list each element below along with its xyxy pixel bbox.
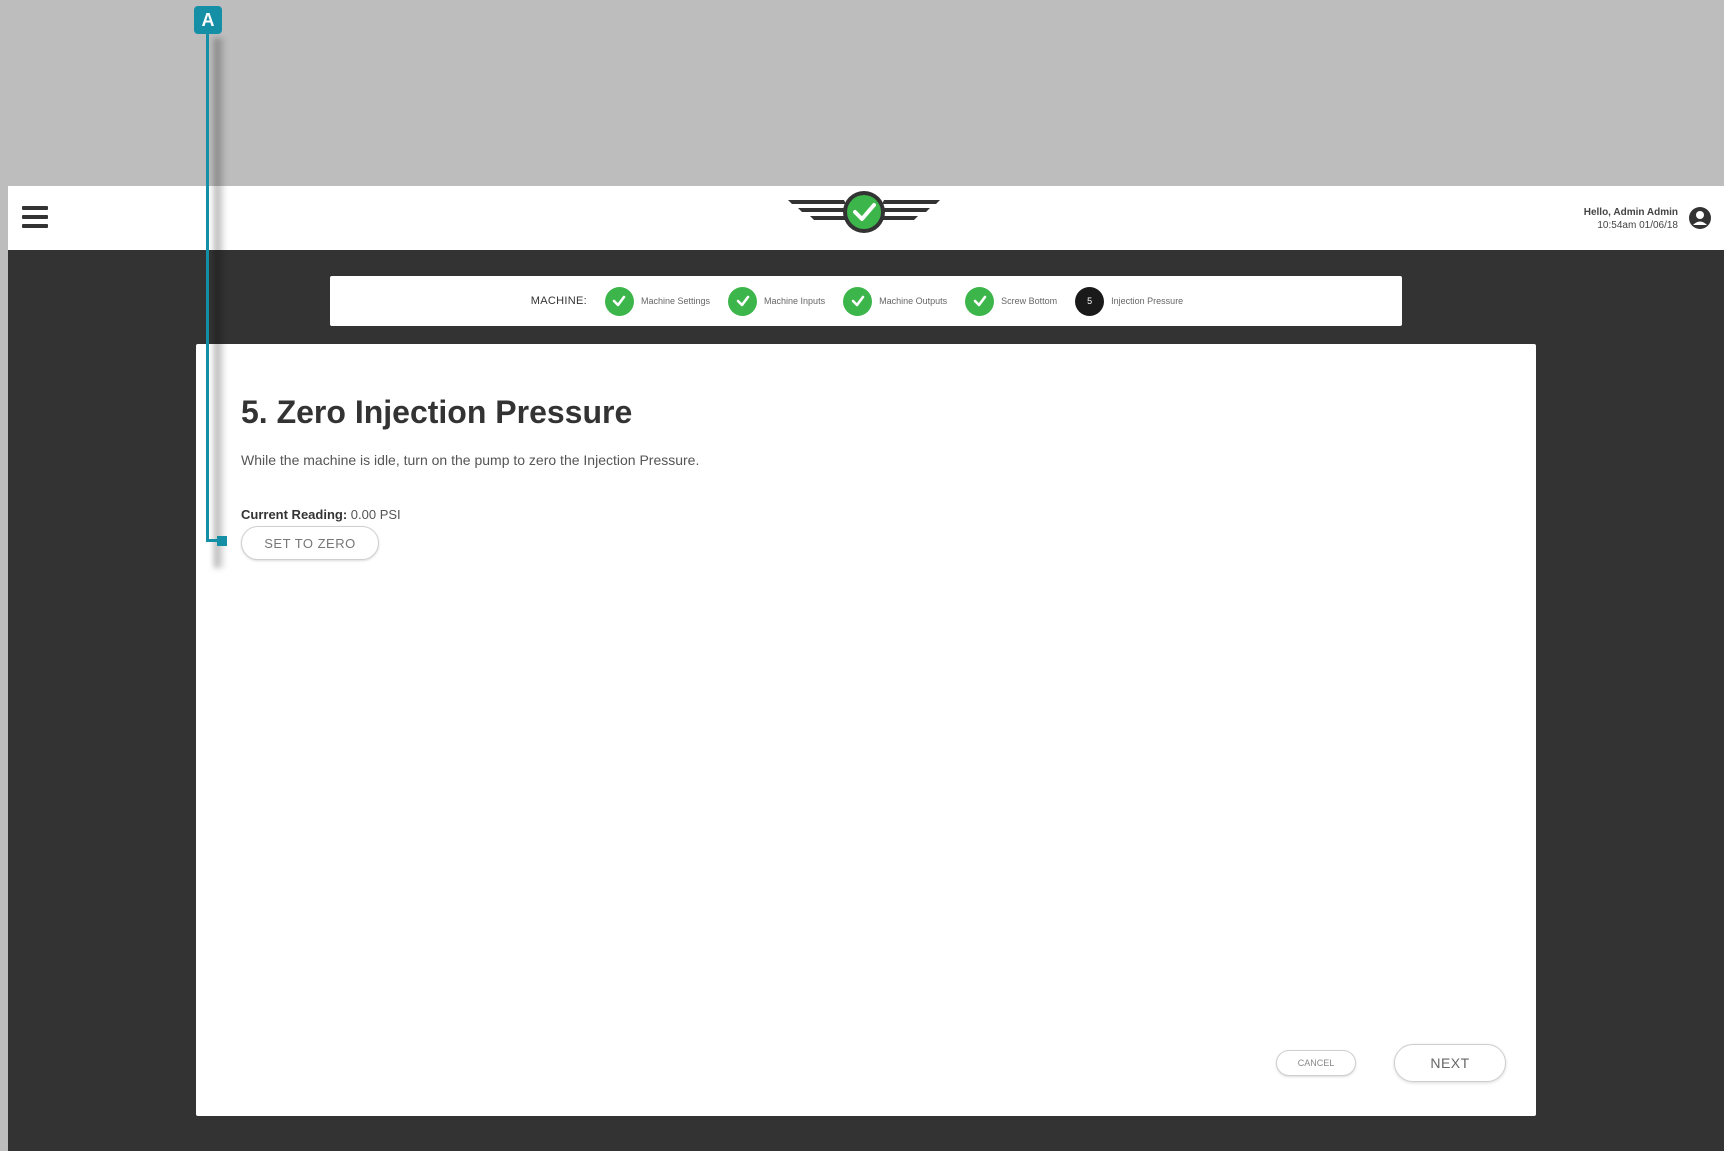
current-reading: Current Reading: 0.00 PSI: [241, 507, 401, 522]
step-machine-outputs[interactable]: Machine Outputs: [843, 286, 948, 316]
step-injection-pressure[interactable]: 5 Injection Pressure: [1075, 286, 1184, 316]
checkmark-icon: [604, 286, 634, 316]
reading-value: 0.00 PSI: [350, 507, 401, 522]
wizard-stepper: MACHINE: Machine Settings Machine Inputs…: [330, 276, 1402, 326]
step-label: Injection Pressure: [1111, 296, 1184, 306]
callout-leader-line: [206, 34, 209, 542]
instruction-text: While the machine is idle, turn on the p…: [241, 452, 700, 468]
checkmark-icon: [965, 286, 995, 316]
step-label: Machine Inputs: [764, 296, 826, 306]
checkmark-icon: [728, 286, 758, 316]
top-bar: Hello, Admin Admin 10:54am 01/06/18: [8, 186, 1724, 250]
user-account-icon[interactable]: [1688, 206, 1712, 230]
page-title: 5. Zero Injection Pressure: [241, 394, 633, 430]
step-screw-bottom[interactable]: Screw Bottom: [965, 286, 1058, 316]
next-button[interactable]: NEXT: [1394, 1044, 1506, 1082]
logo-check-wings-icon: [788, 191, 940, 233]
user-info: Hello, Admin Admin 10:54am 01/06/18: [1584, 206, 1678, 232]
stepper-section-label: MACHINE:: [530, 295, 587, 307]
set-to-zero-button[interactable]: SET TO ZERO: [241, 526, 379, 560]
user-greeting: Hello, Admin Admin: [1583, 207, 1678, 218]
content-card: 5. Zero Injection Pressure While the mac…: [196, 344, 1536, 1116]
step-number-badge: 5: [1075, 286, 1105, 316]
reading-label: Current Reading:: [241, 507, 348, 522]
checkmark-icon: [843, 286, 873, 316]
callout-pointer: [217, 536, 227, 546]
callout-badge-a: A: [194, 6, 222, 34]
cancel-button[interactable]: CANCEL: [1276, 1050, 1356, 1076]
step-label: Screw Bottom: [1001, 296, 1058, 306]
callout-shadow: [214, 38, 226, 568]
step-machine-settings[interactable]: Machine Settings: [604, 286, 711, 316]
user-timestamp: 10:54am 01/06/18: [1597, 220, 1678, 231]
step-machine-inputs[interactable]: Machine Inputs: [728, 286, 826, 316]
step-label: Machine Settings: [640, 296, 711, 306]
step-label: Machine Outputs: [879, 296, 948, 306]
hamburger-menu-icon[interactable]: [22, 206, 48, 230]
app-screen: Hello, Admin Admin 10:54am 01/06/18 MACH…: [8, 186, 1724, 1151]
